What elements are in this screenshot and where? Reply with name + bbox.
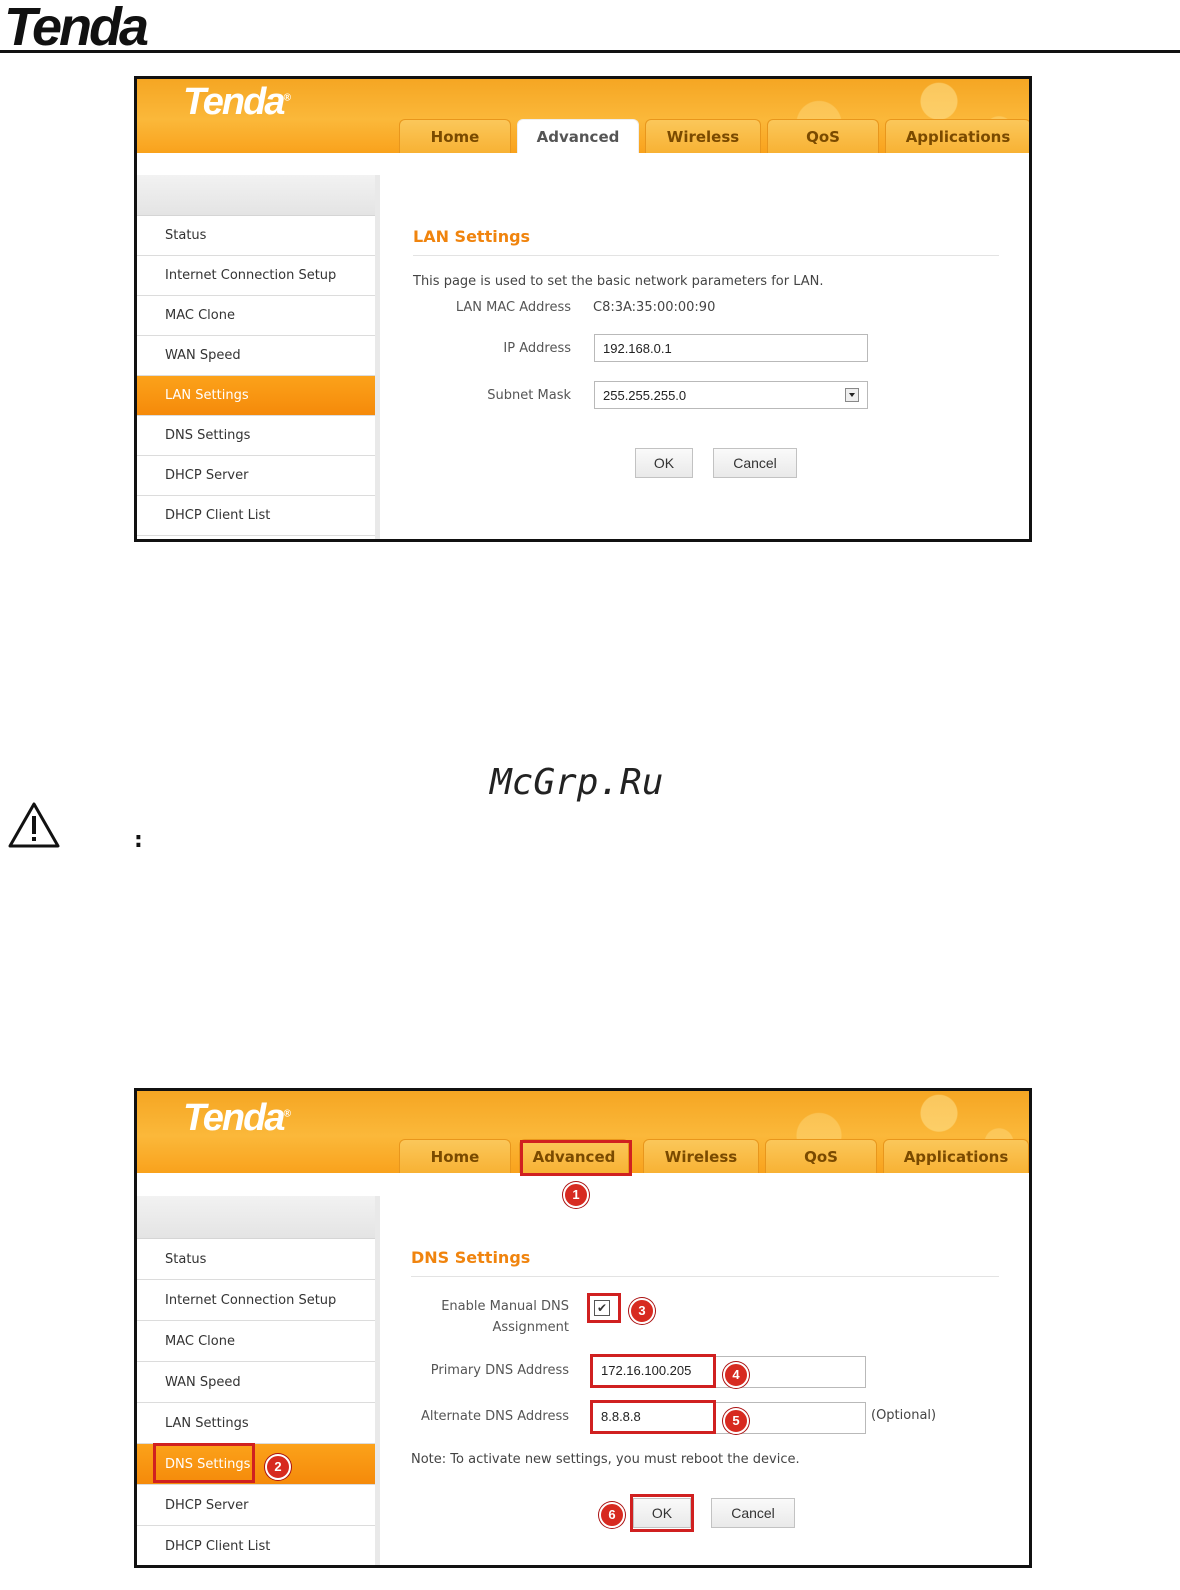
mac-address-label: LAN MAC Address xyxy=(455,300,571,315)
highlight-advanced-tab xyxy=(520,1140,632,1176)
alternate-dns-label: Alternate DNS Address xyxy=(420,1409,569,1424)
content-panel: DNS Settings Enable Manual DNS Assignmen… xyxy=(381,1196,1029,1565)
cancel-button[interactable]: Cancel xyxy=(711,1498,795,1528)
enable-manual-dns-label: Enable Manual DNS Assignment xyxy=(441,1299,569,1335)
sidebar-item-dhcp-client-list[interactable]: DHCP Client List xyxy=(137,496,375,536)
highlight-primary-dns xyxy=(590,1354,716,1388)
tab-advanced[interactable]: Advanced xyxy=(517,119,639,153)
page-title: DNS Settings xyxy=(411,1248,531,1267)
subnet-mask-value: 255.255.255.0 xyxy=(603,388,687,403)
ip-address-label: IP Address xyxy=(503,341,571,356)
tab-wireless[interactable]: Wireless xyxy=(645,119,761,153)
title-divider xyxy=(411,1276,999,1277)
subnet-mask-select[interactable]: 255.255.255.0 xyxy=(594,381,868,409)
router-header: Tenda® Home Advanced Wireless QoS Applic… xyxy=(137,79,1029,153)
title-divider xyxy=(413,255,999,256)
callout-5: 5 xyxy=(723,1408,749,1434)
callout-3: 3 xyxy=(629,1298,655,1324)
sidebar-item-dhcp-server[interactable]: DHCP Server xyxy=(137,1485,375,1526)
dns-settings-screenshot: Tenda® Home Advanced Wireless QoS Applic… xyxy=(134,1088,1032,1568)
highlight-ok-button xyxy=(630,1494,694,1532)
sidebar-top xyxy=(137,175,375,216)
sidebar-top xyxy=(137,1196,375,1239)
tab-wireless[interactable]: Wireless xyxy=(643,1139,759,1173)
sidebar-item-internet-connection-setup[interactable]: Internet Connection Setup xyxy=(137,1280,375,1321)
header-strip xyxy=(137,153,1029,175)
warning-icon xyxy=(8,802,60,848)
reboot-note: Note: To activate new settings, you must… xyxy=(411,1452,800,1467)
brand-logo: Tenda® xyxy=(183,81,291,123)
highlight-dns-settings xyxy=(153,1443,255,1483)
document-logo: Tenda xyxy=(4,0,149,57)
sidebar-item-mac-clone[interactable]: MAC Clone xyxy=(137,296,375,336)
mac-address-value: C8:3A:35:00:00:90 xyxy=(593,300,716,315)
chevron-down-icon[interactable] xyxy=(845,388,859,402)
highlight-alternate-dns xyxy=(590,1400,716,1434)
page-description: This page is used to set the basic netwo… xyxy=(413,274,824,289)
sidebar-item-lan-settings[interactable]: LAN Settings xyxy=(137,376,375,416)
tab-applications[interactable]: Applications xyxy=(885,119,1029,153)
highlight-checkbox xyxy=(587,1293,621,1323)
callout-6: 6 xyxy=(599,1502,625,1528)
tab-home[interactable]: Home xyxy=(399,119,511,153)
primary-dns-label: Primary DNS Address xyxy=(430,1363,569,1378)
optional-label: (Optional) xyxy=(871,1408,937,1423)
tab-home[interactable]: Home xyxy=(399,1139,511,1173)
sidebar-item-wan-speed[interactable]: WAN Speed xyxy=(137,1362,375,1403)
sidebar-item-internet-connection-setup[interactable]: Internet Connection Setup xyxy=(137,256,375,296)
header-rule xyxy=(0,50,1180,53)
sidebar-item-status[interactable]: Status xyxy=(137,216,375,256)
lan-settings-screenshot: Tenda® Home Advanced Wireless QoS Applic… xyxy=(134,76,1032,542)
page-title: LAN Settings xyxy=(413,227,531,246)
sidebar-item-dns-settings[interactable]: DNS Settings xyxy=(137,416,375,456)
sidebar-item-dhcp-client-list[interactable]: DHCP Client List xyxy=(137,1526,375,1565)
sidebar: Status Internet Connection Setup MAC Clo… xyxy=(137,175,380,539)
subnet-mask-label: Subnet Mask xyxy=(487,388,571,403)
sidebar-item-wan-speed[interactable]: WAN Speed xyxy=(137,336,375,376)
tab-qos[interactable]: QoS xyxy=(767,119,879,153)
callout-4: 4 xyxy=(723,1362,749,1388)
content-panel: LAN Settings This page is used to set th… xyxy=(383,175,1029,539)
note-colon: : xyxy=(134,828,143,853)
ip-address-input[interactable]: 192.168.0.1 xyxy=(594,334,868,362)
sidebar-item-dhcp-server[interactable]: DHCP Server xyxy=(137,456,375,496)
tab-applications[interactable]: Applications xyxy=(883,1139,1029,1173)
callout-2: 2 xyxy=(265,1454,291,1480)
sidebar-item-mac-clone[interactable]: MAC Clone xyxy=(137,1321,375,1362)
brand-logo: Tenda® xyxy=(183,1097,291,1139)
watermark: McGrp.Ru xyxy=(490,762,664,803)
sidebar: Status Internet Connection Setup MAC Clo… xyxy=(137,1196,380,1565)
cancel-button[interactable]: Cancel xyxy=(713,448,797,478)
sidebar-item-status[interactable]: Status xyxy=(137,1239,375,1280)
tab-qos[interactable]: QoS xyxy=(765,1139,877,1173)
ok-button[interactable]: OK xyxy=(635,448,693,478)
sidebar-item-lan-settings[interactable]: LAN Settings xyxy=(137,1403,375,1444)
